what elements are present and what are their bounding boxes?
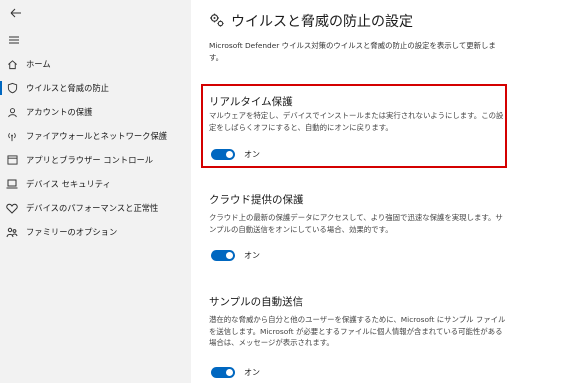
toggle-knob [226,252,233,259]
sidebar-item-label: ウイルスと脅威の防止 [26,83,109,93]
back-arrow-icon[interactable] [8,5,24,21]
section-title-realtime: リアルタイム保護 [209,96,293,108]
laptop-icon [6,178,18,190]
sidebar-item-device-performance[interactable]: デバイスのパフォーマンスと正常性 [0,199,191,217]
toggle-label: オン [244,150,260,159]
sidebar-item-label: ホーム [26,59,51,69]
app-window-icon [6,154,18,166]
sidebar-item-label: ファイアウォールとネットワーク保護 [26,131,168,141]
shield-icon [6,82,18,94]
cloud-protection-toggle[interactable] [211,250,235,261]
gears-icon [209,12,225,28]
section-title-cloud: クラウド提供の保護 [209,194,304,206]
page-description: Microsoft Defender ウイルス対策のウイルスと脅威の防止の設定を… [209,41,496,62]
sidebar-item-app-browser[interactable]: アプリとブラウザー コントロール [0,151,191,169]
sidebar-item-home[interactable]: ホーム [0,55,191,73]
family-icon [6,226,18,238]
sidebar-item-label: アプリとブラウザー コントロール [26,155,154,165]
section-desc-cloud: クラウド上の最新の保護データにアクセスして、より強固で迅速な保護を実現します。サ… [209,213,503,234]
toggle-knob [226,151,233,158]
hamburger-icon[interactable] [8,31,20,44]
sidebar-item-label: ファミリーのオプション [26,227,118,237]
sidebar-item-virus-protection[interactable]: ウイルスと脅威の防止 [0,79,191,97]
main-content: ウイルスと脅威の防止の設定 Microsoft Defender ウイルス対策の… [191,0,574,383]
section-title-sample: サンプルの自動送信 [209,296,304,308]
toggle-label: オン [244,368,260,377]
page-title: ウイルスと脅威の防止の設定 [231,14,413,30]
sidebar-item-label: アカウントの保護 [26,107,93,117]
sidebar-item-family[interactable]: ファミリーのオプション [0,223,191,241]
section-desc-sample: 潜在的な脅威から自分と他のユーザーを保護するために、Microsoft にサンプ… [209,315,506,347]
sidebar-item-firewall[interactable]: ファイアウォールとネットワーク保護 [0,127,191,145]
sidebar: ホーム ウイルスと脅威の防止 アカウントの保護 ファイアウォールとネットワーク保… [0,0,191,383]
antenna-icon [6,130,18,142]
sidebar-item-account-protection[interactable]: アカウントの保護 [0,103,191,121]
sidebar-item-label: デバイスのパフォーマンスと正常性 [26,203,159,213]
sample-submission-toggle[interactable] [211,367,235,378]
toggle-knob [226,369,233,376]
toggle-label: オン [244,251,260,260]
home-icon [6,58,18,70]
sidebar-item-device-security[interactable]: デバイス セキュリティ [0,175,191,193]
person-icon [6,106,18,118]
heart-icon [6,202,18,214]
realtime-protection-toggle[interactable] [211,149,235,160]
sidebar-item-label: デバイス セキュリティ [26,179,111,189]
section-desc-realtime: マルウェアを特定し、デバイスでインストールまたは実行されないようにします。この設… [209,111,504,132]
